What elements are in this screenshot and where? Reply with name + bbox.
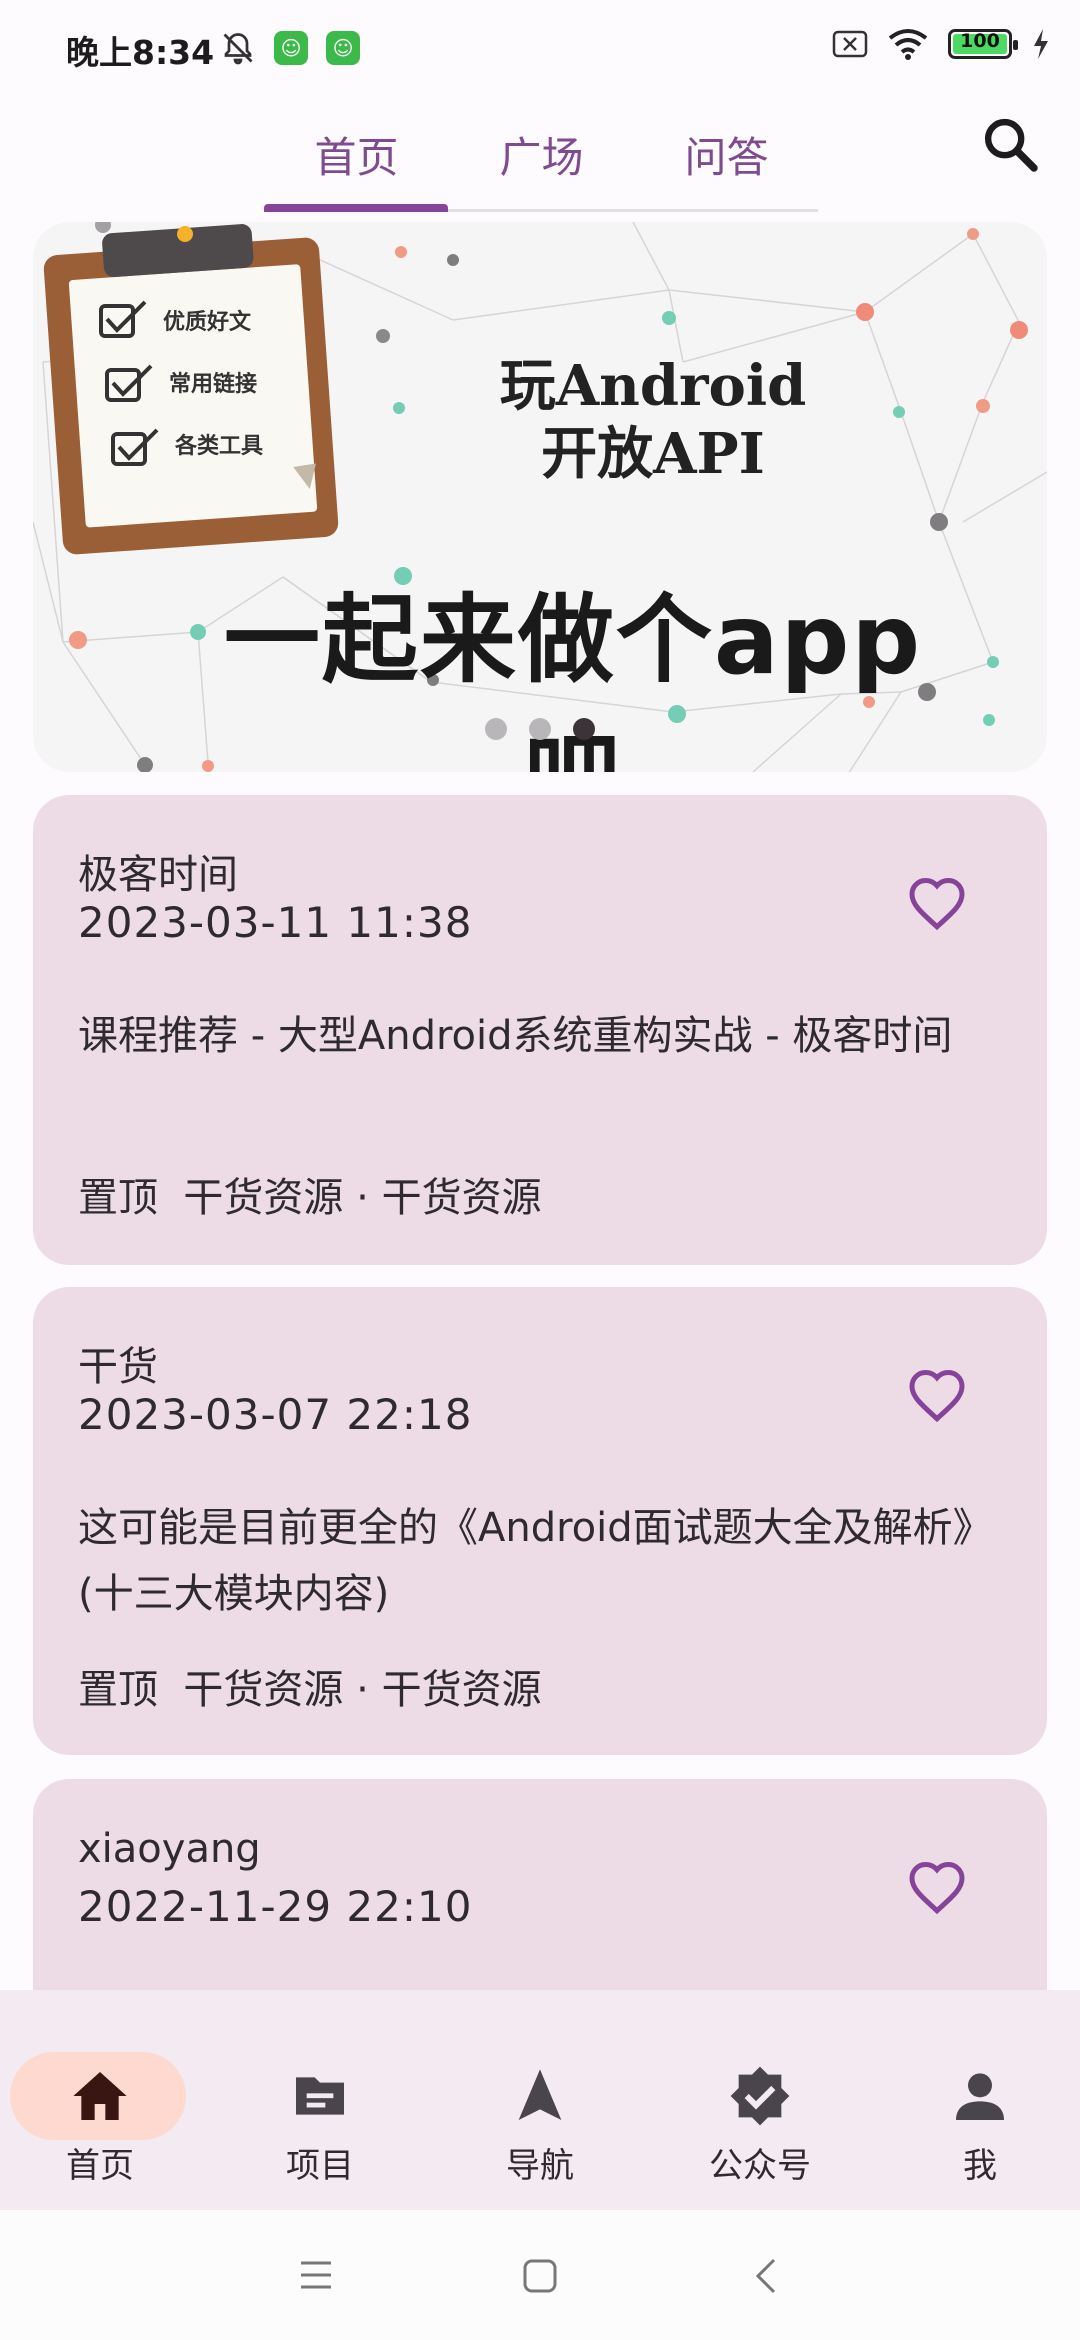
home-square-icon[interactable]: [522, 2258, 558, 2294]
search-icon: [984, 118, 1038, 172]
status-time: 晚上8:34: [66, 33, 215, 72]
nav-item-official-accounts[interactable]: 公众号: [670, 2020, 850, 2186]
status-bar: 晚上8:34 ☺ ☺ 100: [0, 0, 1080, 96]
nav-label: 首页: [66, 2146, 134, 2186]
menu-icon[interactable]: [298, 2258, 334, 2292]
article-card[interactable]: 干货 2023-03-07 22:18 这可能是目前更全的《Android面试题…: [33, 1287, 1047, 1755]
favorite-button[interactable]: [901, 867, 973, 939]
wifi-icon: [888, 29, 928, 60]
system-navigation-bar: [0, 2210, 1080, 2340]
article-date: 2023-03-11 11:38: [78, 898, 473, 947]
favorite-button[interactable]: [901, 1359, 973, 1431]
carousel-dot-active[interactable]: [573, 718, 595, 740]
article-author: 干货: [78, 1344, 158, 1390]
article-tags: 置顶 干货资源 · 干货资源: [78, 1667, 542, 1713]
carousel-indicator: [485, 718, 595, 740]
article-title: 课程推荐 - 大型Android系统重构实战 - 极客时间: [78, 1013, 953, 1059]
article-card[interactable]: 极客时间 2023-03-11 11:38 课程推荐 - 大型Android系统…: [33, 795, 1047, 1265]
heart-outline-icon: [909, 877, 965, 931]
top-tab-bar: 首页 广场 问答: [264, 100, 818, 212]
article-tags: 置顶 干货资源 · 干货资源: [78, 1175, 542, 1221]
banner-slogan: 一起来做个app吧: [223, 584, 923, 772]
navigation-arrow-icon: [518, 2069, 562, 2120]
nav-label: 导航: [506, 2146, 574, 2186]
bottom-navigation: 首页 项目 导航 公众号 我: [0, 1990, 1080, 2210]
battery-icon: 100: [948, 29, 1018, 59]
nav-label: 公众号: [709, 2146, 811, 2186]
article-date: 2022-11-29 22:10: [78, 1882, 473, 1931]
banner-carousel[interactable]: 优质好文 常用链接 各类工具 玩Android 开放API 一起来做个app吧: [33, 222, 1047, 772]
tab-home[interactable]: 首页: [264, 100, 449, 208]
back-icon[interactable]: [752, 2256, 780, 2296]
tab-indicator: [264, 204, 448, 212]
status-notification-icons: ☺ ☺: [220, 30, 360, 66]
search-button[interactable]: [978, 112, 1042, 176]
nav-item-me[interactable]: 我: [890, 2020, 1070, 2186]
banner-title-line1: 玩Android: [499, 353, 807, 419]
app-notification-icon: ☺: [274, 31, 308, 65]
nav-item-projects[interactable]: 项目: [230, 2020, 410, 2186]
favorite-button[interactable]: [901, 1851, 973, 1923]
checklist-item: 各类工具: [175, 434, 264, 459]
tab-square[interactable]: 广场: [449, 100, 634, 208]
article-author: 极客时间: [78, 852, 238, 898]
folder-icon: [296, 2077, 344, 2115]
battery-level: 100: [960, 30, 1000, 52]
nav-label: 我: [963, 2146, 997, 2186]
article-author: xiaoyang: [78, 1826, 261, 1872]
charging-icon: [1034, 29, 1048, 59]
status-system-icons: 100: [832, 28, 1050, 60]
banner-title: 玩Android 开放API: [453, 352, 853, 488]
banner-title-line2: 开放API: [541, 421, 765, 487]
heart-outline-icon: [909, 1369, 965, 1423]
no-sim-icon: [832, 30, 868, 58]
verified-badge-icon: [730, 2066, 790, 2126]
checklist-item: 优质好文: [163, 310, 252, 335]
nav-item-home[interactable]: 首页: [10, 2020, 190, 2186]
checklist-item: 常用链接: [169, 372, 258, 397]
article-date: 2023-03-07 22:18: [78, 1390, 473, 1439]
article-title: 这可能是目前更全的《Android面试题大全及解析》(十三大模块内容): [78, 1505, 993, 1617]
home-icon: [73, 2072, 127, 2120]
person-icon: [956, 2073, 1004, 2120]
silent-bell-icon: [223, 33, 253, 65]
carousel-dot[interactable]: [485, 718, 507, 740]
app-notification-icon: ☺: [326, 31, 360, 65]
nav-item-navigation[interactable]: 导航: [450, 2020, 630, 2186]
heart-outline-icon: [909, 1861, 965, 1915]
carousel-dot[interactable]: [529, 718, 551, 740]
nav-label: 项目: [286, 2146, 354, 2186]
tab-qa[interactable]: 问答: [634, 100, 819, 208]
